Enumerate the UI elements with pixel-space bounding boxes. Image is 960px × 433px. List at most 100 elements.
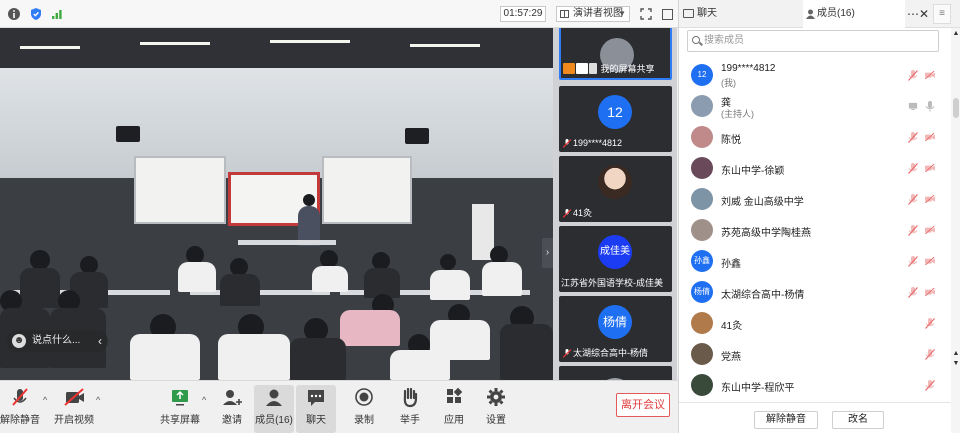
unmute-button[interactable]: 解除静音 <box>0 385 40 428</box>
signal-strength-icon[interactable] <box>50 7 64 21</box>
member-name: 党燕 <box>721 352 741 363</box>
search-icon <box>692 36 700 44</box>
raise-hand-label: 举手 <box>400 415 420 426</box>
tile-screen-share[interactable]: 我的屏幕共享 <box>559 28 672 80</box>
share-screen-icon[interactable] <box>908 101 918 112</box>
collapse-tiles-button[interactable]: › <box>542 238 553 268</box>
camera-off-icon[interactable] <box>924 256 935 267</box>
camera-off-icon[interactable] <box>924 132 935 143</box>
tab-members[interactable]: 成员(16) <box>803 0 905 28</box>
tile-participant[interactable]: 杨倩 太湖综合高中-杨倩 <box>559 296 672 362</box>
meeting-top-bar: 01:57:29 演讲者视图 ▼ <box>0 0 678 28</box>
member-row[interactable]: 党燕 <box>679 339 951 370</box>
camera-off-icon[interactable] <box>924 70 935 81</box>
emoji-icon[interactable]: ☻ <box>12 334 26 348</box>
settings-button[interactable]: 设置 <box>476 385 516 428</box>
members-button[interactable]: 成员(16) <box>254 385 294 433</box>
panel-menu-button[interactable]: ≡ <box>933 4 951 24</box>
member-row[interactable]: 41灸 <box>679 308 951 339</box>
mic-muted-icon[interactable] <box>908 287 918 298</box>
mic-muted-icon[interactable] <box>908 194 918 205</box>
mic-muted-icon[interactable] <box>908 70 918 81</box>
tile-participant[interactable]: 成佳美 江苏省外国语学校-成佳美 <box>559 226 672 292</box>
share-screen-button[interactable]: 共享屏幕 <box>160 385 200 428</box>
member-row[interactable]: 龚 (主持人) <box>679 91 951 122</box>
avatar: 12 <box>691 64 713 86</box>
chevron-down-icon[interactable]: ▼ <box>951 360 960 367</box>
scrollbar-thumb[interactable] <box>953 98 959 118</box>
mic-muted-icon <box>563 349 571 358</box>
chevron-down-icon: ▼ <box>618 9 626 18</box>
apps-label: 应用 <box>444 415 464 426</box>
mic-muted-icon[interactable] <box>908 163 918 174</box>
leave-meeting-button[interactable]: 离开会议 <box>616 393 670 417</box>
avatar <box>691 188 713 210</box>
chevron-up-icon[interactable]: ^ <box>202 395 206 405</box>
chat-button[interactable]: 聊天 <box>296 385 336 433</box>
chevron-up-icon[interactable]: ▲ <box>951 350 960 357</box>
raise-hand-button[interactable]: 举手 <box>390 385 430 428</box>
camera-off-icon[interactable] <box>924 163 935 174</box>
mic-icon <box>589 63 597 74</box>
mic-muted-icon[interactable] <box>908 132 918 143</box>
camera-off-icon[interactable] <box>924 287 935 298</box>
tile-name: 199****4812 <box>573 138 623 148</box>
mute-all-button[interactable]: 解除静音 <box>754 411 818 429</box>
apps-grid-icon <box>447 387 463 403</box>
apps-button[interactable]: 应用 <box>434 385 474 428</box>
hand-icon <box>403 387 418 408</box>
avatar <box>691 95 713 117</box>
invite-button[interactable]: 邀请 <box>212 385 252 428</box>
mic-muted-icon[interactable] <box>908 225 918 236</box>
split-view-icon[interactable] <box>662 9 673 20</box>
mic-muted-icon[interactable] <box>925 380 935 391</box>
member-search-input[interactable]: 搜索成员 <box>687 30 939 52</box>
mic-muted-icon <box>563 209 571 218</box>
camera-off-icon[interactable] <box>924 225 935 236</box>
close-panel-button[interactable]: ✕ <box>917 0 931 28</box>
avatar <box>691 312 713 334</box>
member-row[interactable]: 东山中学-程欣平 <box>679 370 951 398</box>
panel-scrollbar[interactable]: ▲ ▲ ▼ <box>951 28 960 433</box>
tile-name: 太湖综合高中-杨倩 <box>573 348 648 358</box>
view-mode-label: 演讲者视图 <box>573 8 623 19</box>
avatar <box>598 165 632 199</box>
member-row[interactable]: 陈悦 <box>679 122 951 153</box>
person-icon <box>806 9 815 19</box>
tile-participant[interactable]: 12 199****4812 <box>559 86 672 152</box>
member-row[interactable]: 苏苑高级中学陶桂燕 <box>679 215 951 246</box>
host-badge-icon <box>563 63 575 74</box>
tile-participant[interactable] <box>559 366 672 380</box>
member-row[interactable]: 东山中学-徐颖 <box>679 153 951 184</box>
record-icon <box>355 388 373 406</box>
info-icon[interactable] <box>7 7 21 21</box>
rename-button[interactable]: 改名 <box>832 411 884 429</box>
member-row[interactable]: 孙鑫 孙鑫 <box>679 246 951 277</box>
camera-off-icon[interactable] <box>924 194 935 205</box>
member-name: 刘威 金山高级中学 <box>721 197 804 208</box>
panel-footer: 解除静音 改名 <box>679 402 951 433</box>
chevron-left-icon[interactable]: ‹ <box>98 330 102 352</box>
tab-chat[interactable]: 聊天 <box>679 0 803 28</box>
mic-muted-icon[interactable] <box>908 256 918 267</box>
chevron-up-icon[interactable]: ^ <box>43 395 47 405</box>
start-video-button[interactable]: 开启视频 <box>54 385 94 428</box>
main-video-view[interactable]: ☻ 说点什么... ‹ › <box>0 28 553 380</box>
avatar <box>691 219 713 241</box>
mic-icon[interactable] <box>925 101 935 112</box>
shield-icon[interactable] <box>29 7 43 21</box>
member-row[interactable]: 12 199****4812 (我) <box>679 60 951 91</box>
mic-muted-icon[interactable] <box>925 349 935 360</box>
record-button[interactable]: 录制 <box>344 385 384 428</box>
chevron-up-icon[interactable]: ^ <box>96 395 100 405</box>
fullscreen-icon[interactable] <box>640 8 652 20</box>
share-screen-badge-icon <box>576 63 588 74</box>
mic-muted-icon[interactable] <box>925 318 935 329</box>
annotation-comment-pill[interactable]: ☻ 说点什么... ‹ <box>6 330 108 352</box>
meeting-toolbar: 解除静音 ^ 开启视频 ^ 共享屏幕 ^ 邀请 成员(16) 聊天 录制 举手 … <box>0 380 678 433</box>
member-row[interactable]: 杨倩 太湖综合高中-杨倩 <box>679 277 951 308</box>
tile-participant[interactable]: 41灸 <box>559 156 672 222</box>
member-row[interactable]: 刘威 金山高级中学 <box>679 184 951 215</box>
view-mode-dropdown[interactable]: 演讲者视图 ▼ <box>556 6 630 22</box>
avatar: 12 <box>598 95 632 129</box>
